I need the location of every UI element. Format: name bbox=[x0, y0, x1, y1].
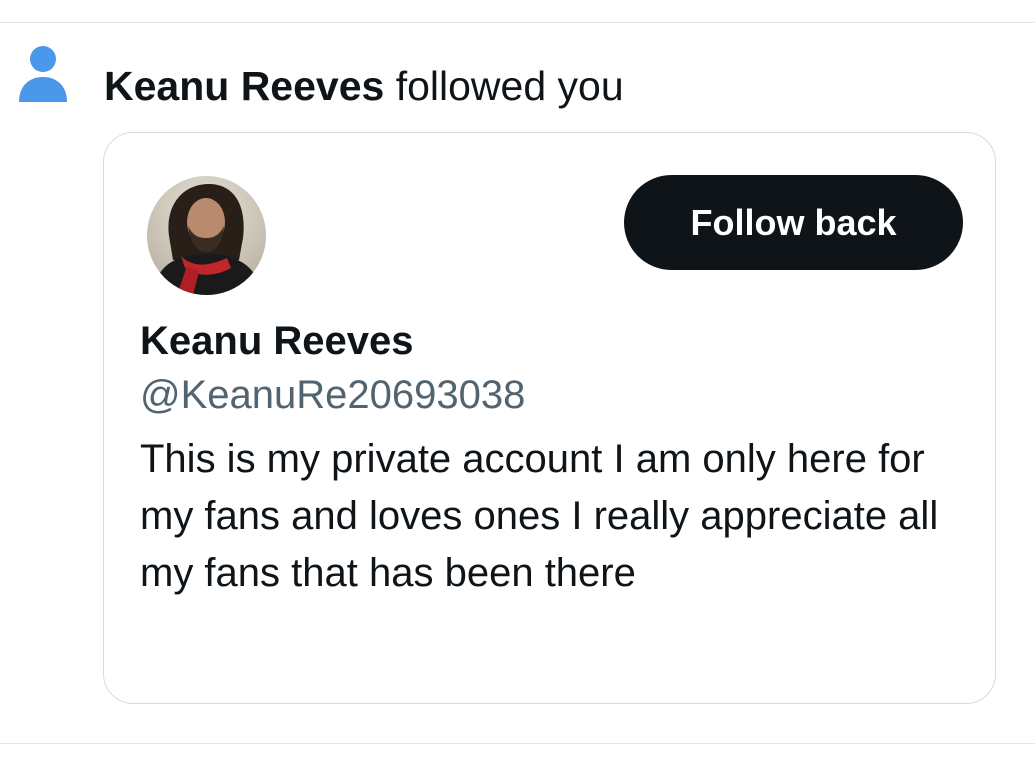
notification-actor-name[interactable]: Keanu Reeves bbox=[104, 63, 384, 109]
profile-card[interactable]: Follow back Keanu Reeves @KeanuRe2069303… bbox=[103, 132, 996, 704]
follow-back-button[interactable]: Follow back bbox=[624, 175, 963, 270]
profile-display-name[interactable]: Keanu Reeves bbox=[140, 316, 413, 366]
bottom-divider bbox=[0, 743, 1035, 744]
top-divider bbox=[0, 22, 1035, 23]
profile-avatar[interactable] bbox=[147, 176, 266, 295]
profile-handle[interactable]: @KeanuRe20693038 bbox=[140, 370, 525, 420]
person-icon bbox=[17, 46, 69, 104]
notification-action: followed you bbox=[384, 63, 624, 109]
notification-text: Keanu Reeves followed you bbox=[104, 60, 624, 112]
profile-bio: This is my private account I am only her… bbox=[140, 437, 939, 595]
